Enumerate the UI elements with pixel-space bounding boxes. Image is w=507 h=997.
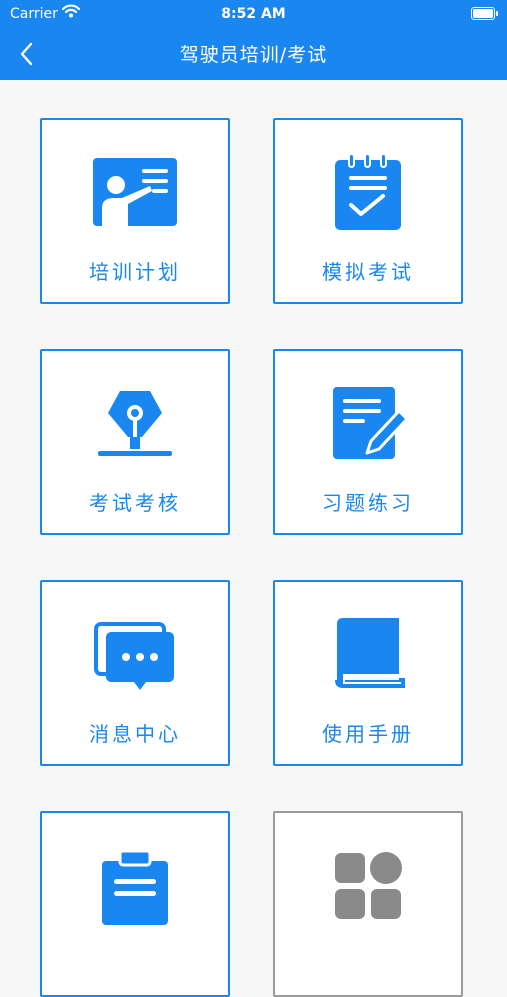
tile-label: 培训计划 bbox=[89, 260, 181, 284]
status-bar: Carrier 8:52 AM bbox=[0, 0, 507, 28]
tile-label: 模拟考试 bbox=[322, 260, 414, 284]
apps-grid-icon bbox=[335, 852, 402, 919]
tile-message-center[interactable]: 消息中心 bbox=[40, 580, 230, 766]
tile-mock-exam[interactable]: 模拟考试 bbox=[273, 118, 463, 304]
chat-bubbles-icon bbox=[94, 622, 174, 690]
tile-label: 消息中心 bbox=[89, 722, 181, 746]
tile-more-apps[interactable] bbox=[273, 811, 463, 997]
clipboard-icon bbox=[102, 849, 168, 925]
tile-clipboard[interactable] bbox=[40, 811, 230, 997]
tile-exam-assessment[interactable]: 考试考核 bbox=[40, 349, 230, 535]
tile-label: 使用手册 bbox=[322, 722, 414, 746]
notepad-check-icon bbox=[335, 153, 401, 230]
battery-icon bbox=[471, 7, 498, 20]
top-bar: Carrier 8:52 AM 驾驶员培训/考试 bbox=[0, 0, 507, 80]
tile-practice-exercises[interactable]: 习题练习 bbox=[273, 349, 463, 535]
nav-bar: 驾驶员培训/考试 bbox=[0, 28, 507, 80]
tile-training-plan[interactable]: 培训计划 bbox=[40, 118, 230, 304]
edit-document-icon bbox=[333, 387, 409, 459]
tile-label: 考试考核 bbox=[89, 491, 181, 515]
page-title: 驾驶员培训/考试 bbox=[179, 44, 328, 66]
status-time: 8:52 AM bbox=[221, 6, 286, 22]
tile-label: 习题练习 bbox=[322, 491, 414, 515]
pen-nib-icon bbox=[98, 391, 172, 456]
tile-user-manual[interactable]: 使用手册 bbox=[273, 580, 463, 766]
manual-book-icon bbox=[335, 618, 405, 688]
presentation-board-icon bbox=[93, 158, 177, 226]
